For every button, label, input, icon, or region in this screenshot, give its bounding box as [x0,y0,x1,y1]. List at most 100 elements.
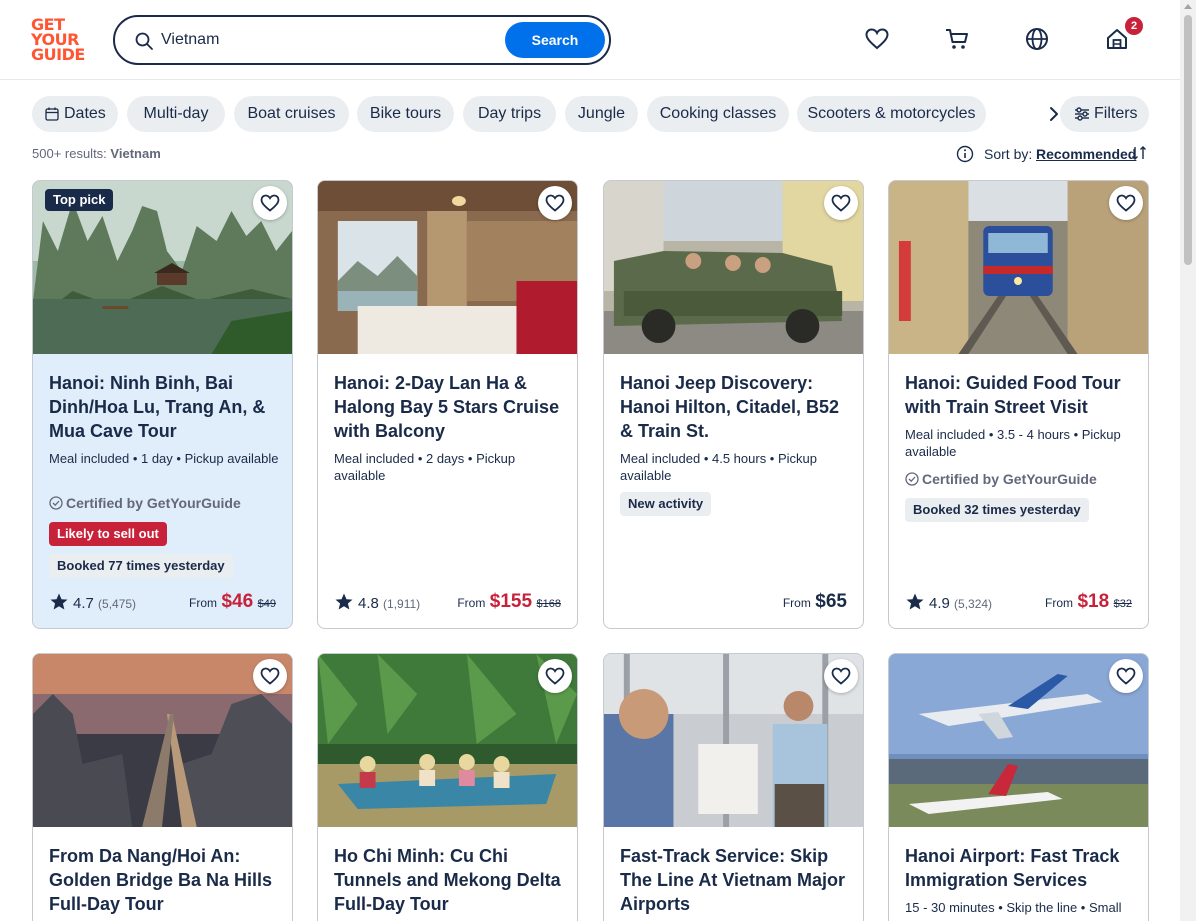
chip-scooters-motorcycles[interactable]: Scooters & motorcycles [797,96,986,132]
chip-cooking-classes[interactable]: Cooking classes [647,96,789,132]
star-icon [50,593,68,610]
results-query: Vietnam [110,146,161,161]
rating: 4.7 (5,475) [49,592,136,612]
calendar-icon [45,107,59,121]
sort-arrows-icon[interactable] [1131,145,1147,161]
filters-button[interactable]: Filters [1060,96,1149,132]
wishlist-button[interactable] [1109,659,1143,693]
booked-badge: Booked 32 times yesterday [905,498,1089,522]
activity-title[interactable]: From Da Nang/Hoi An: Golden Bridge Ba Na… [49,844,281,916]
chip-multi-day[interactable]: Multi-day [127,96,225,132]
certified-text: Certified by GetYourGuide [922,471,1097,487]
price-original: $168 [536,598,561,610]
getyourguide-logo[interactable]: GET YOUR GUIDE [31,17,91,63]
price-current: $155 [489,591,533,612]
activity-meta: Meal included • 4.5 hours • Pickup avail… [620,451,817,483]
logo-line-3: GUIDE [31,45,85,64]
activity-meta: Meal included • 1 day • Pickup available [49,451,279,466]
activity-title[interactable]: Hanoi: 2-Day Lan Ha & Halong Bay 5 Stars… [334,371,566,443]
heart-icon [831,194,851,212]
activity-title[interactable]: Hanoi: Ninh Binh, Bai Dinh/Hoa Lu, Trang… [49,371,281,443]
certified-text: Certified by GetYourGuide [66,495,241,511]
sliders-icon [1075,107,1089,121]
results-count-text: 500+ results: [32,146,107,161]
chip-boat-cruises[interactable]: Boat cruises [234,96,349,132]
scroll-up-arrow[interactable] [1184,4,1192,9]
activity-card[interactable]: Top pick Hanoi: Ninh Binh, Bai Dinh/Hoa … [32,180,293,629]
search-icon [135,32,153,50]
activity-meta: 15 - 30 minutes • Skip the line • Small [905,900,1122,915]
review-count: (5,475) [98,597,137,611]
wishlist-button[interactable] [253,186,287,220]
heart-icon [831,667,851,685]
activity-card[interactable]: Hanoi Airport: Fast Track Immigration Se… [888,653,1149,921]
category-chips: Dates Multi-day Boat cruises Bike tours … [32,96,1152,132]
price: From $18 $32 [1045,591,1132,613]
wishlist-button[interactable] [824,659,858,693]
wishlist-button[interactable] [538,186,572,220]
heart-icon [1116,194,1136,212]
activity-card[interactable]: Ho Chi Minh: Cu Chi Tunnels and Mekong D… [317,653,578,921]
rating-value: 4.7 [73,595,94,612]
heart-icon [545,667,565,685]
price-from: From [782,596,811,610]
wishlist-button[interactable] [253,659,287,693]
activity-card[interactable]: From Da Nang/Hoi An: Golden Bridge Ba Na… [32,653,293,921]
activity-title[interactable]: Hanoi: Guided Food Tour with Train Stree… [905,371,1137,419]
heart-icon [1116,667,1136,685]
heart-icon[interactable] [864,26,890,52]
top-pick-badge: Top pick [45,189,114,211]
heart-icon [260,667,280,685]
chip-day-trips[interactable]: Day trips [463,96,556,132]
activity-title[interactable]: Hanoi Jeep Discovery: Hanoi Hilton, Cita… [620,371,852,443]
rating: 4.8 (1,911) [334,592,420,612]
activity-card[interactable]: Hanoi: Guided Food Tour with Train Stree… [888,180,1149,629]
star-icon [906,593,924,610]
star-icon [335,593,353,610]
rating: 4.9 (5,324) [905,592,992,612]
chip-jungle[interactable]: Jungle [565,96,638,132]
certified-icon [905,472,919,486]
activity-card[interactable]: Hanoi Jeep Discovery: Hanoi Hilton, Cita… [603,180,864,629]
wishlist-button[interactable] [1109,186,1143,220]
price-current: $18 [1077,591,1110,612]
activity-card[interactable]: Hanoi: 2-Day Lan Ha & Halong Bay 5 Stars… [317,180,578,629]
chip-label: Dates [64,105,106,122]
activity-title[interactable]: Hanoi Airport: Fast Track Immigration Se… [905,844,1137,892]
globe-icon[interactable] [1024,26,1050,52]
notification-badge: 2 [1125,17,1143,35]
sort-dropdown[interactable]: Recommended [1036,146,1136,162]
search-button[interactable]: Search [505,22,605,58]
certified-icon [49,496,63,510]
info-icon[interactable] [956,145,974,163]
activity-title[interactable]: Ho Chi Minh: Cu Chi Tunnels and Mekong D… [334,844,566,916]
page-scrollbar[interactable] [1180,0,1196,921]
wishlist-button[interactable] [538,659,572,693]
cart-icon[interactable] [944,26,970,52]
heart-icon [260,194,280,212]
activity-title[interactable]: Fast-Track Service: Skip The Line At Vie… [620,844,852,916]
activity-card[interactable]: Fast-Track Service: Skip The Line At Vie… [603,653,864,921]
chip-dates[interactable]: Dates [32,96,118,132]
rating-value: 4.8 [358,595,379,612]
sort-control: Sort by: Recommended [956,144,1156,164]
results-count: 500+ results: Vietnam [32,146,161,161]
chip-bike-tours[interactable]: Bike tours [357,96,454,132]
price-original: $49 [257,598,276,610]
top-header: GET YOUR GUIDE Search 2 [0,0,1180,80]
new-activity-badge: New activity [620,492,712,516]
activity-meta: Meal included • 3.5 - 4 hours • Pickup a… [905,427,1121,459]
review-count: (1,911) [383,597,421,611]
price: From $46 $49 [189,591,276,613]
certified-label: Certified by GetYourGuide [49,495,241,511]
price-from: From [457,596,486,610]
certified-label: Certified by GetYourGuide [905,471,1097,487]
price-from: From [1045,596,1074,610]
search-input[interactable] [161,27,491,53]
price: From $155 $168 [457,591,561,613]
review-count: (5,324) [954,597,993,611]
price-from: From [189,596,218,610]
booked-badge: Booked 77 times yesterday [49,554,233,578]
wishlist-button[interactable] [824,186,858,220]
scroll-thumb[interactable] [1184,15,1192,265]
